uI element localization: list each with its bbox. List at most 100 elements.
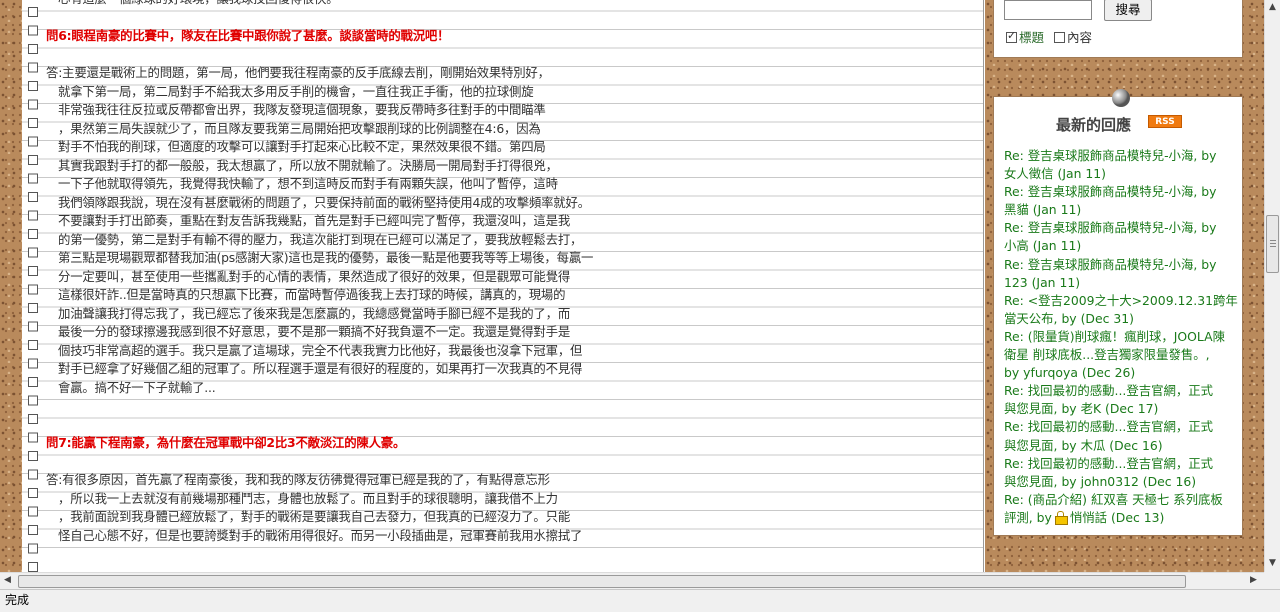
recent-comment-text[interactable]: Re: 登吉桌球服飾商品模特兒-小海, by xyxy=(1004,257,1216,272)
recent-comment-line[interactable]: 與您見面, by 老K (Dec 17) xyxy=(1004,400,1240,418)
article-line: 會贏。搞不好一下子就輸了... xyxy=(58,379,216,395)
horizontal-scroll-thumb[interactable] xyxy=(18,575,1186,588)
recent-comment-line[interactable]: 女人徵信 (Jan 11) xyxy=(1004,165,1240,183)
browser-viewport: 心有這麼一個綠球的好環境，讓我球技回復得很快。問6:眼程南豪的比賽中，隊友在比賽… xyxy=(0,0,1264,572)
search-input[interactable] xyxy=(1004,0,1092,20)
recent-comments-title: 最新的回應 xyxy=(1056,116,1132,134)
search-button[interactable]: 搜尋 xyxy=(1104,0,1152,21)
recent-comment-text[interactable]: Re: 找回最初的感動...登吉官網，正式 xyxy=(1004,419,1213,434)
article-line: 的第一優勢，第二是對手有輸不得的壓力，我這次能打到現在已經可以滿足了，要我放輕鬆… xyxy=(58,231,583,247)
article-line xyxy=(46,46,976,65)
recent-comment-line[interactable]: 黑貓 (Jan 11) xyxy=(1004,201,1240,219)
article-line: 個技巧非常高超的選手。我只是贏了這場球，完全不代表我實力比他好，我最後也沒拿下冠… xyxy=(58,342,583,358)
article-line xyxy=(46,416,976,435)
article-line: 分一定要叫，甚至使用一些攜亂對手的心情的表情，果然造成了很好的效果，但是觀眾可能… xyxy=(58,268,571,284)
sidebar-cork: 搜尋 標題 內容 最新的回應 RSS Re: 登吉桌球服飾商品模特兒-小海, b… xyxy=(985,0,1264,572)
article-body: 心有這麼一個綠球的好環境，讓我球技回復得很快。問6:眼程南豪的比賽中，隊友在比賽… xyxy=(46,0,976,545)
horizontal-scrollbar[interactable]: ◀ ▶ xyxy=(0,572,1264,589)
article-line: 非常強我往往反拉或反帶都會出界，我隊友發現這個現象，要我反帶時多往對手的中間瞄準 xyxy=(58,102,546,117)
recent-comments-widget: 最新的回應 RSS Re: 登吉桌球服飾商品模特兒-小海, by 女人徵信 (Ja… xyxy=(993,89,1243,536)
cork-border-left xyxy=(0,0,22,572)
recent-comment-line[interactable]: 評測, by 悄悄話 (Dec 13) xyxy=(1004,509,1240,527)
title-checkbox[interactable] xyxy=(1006,29,1017,43)
article-line xyxy=(46,397,976,416)
content-checkbox[interactable] xyxy=(1054,32,1065,43)
article-line: 這樣很奸詐..但是當時真的只想贏下比賽，而當時暫停過後我上去打球的時候，講真的，… xyxy=(58,287,566,302)
recent-comment-text[interactable]: 評測, by xyxy=(1004,510,1052,525)
status-bar: 完成 xyxy=(0,589,1280,612)
recent-comment-line[interactable]: Re: 登吉桌球服飾商品模特兒-小海, by xyxy=(1004,147,1240,165)
lock-icon xyxy=(1054,510,1068,525)
article-line: 一下子他就取得領先，我覺得我快輸了，想不到這時反而對手有兩顆失誤，他叫了暫停，這… xyxy=(58,176,558,191)
recent-comment-line[interactable]: Re: <登吉2009之十大>2009.12.31跨年 xyxy=(1004,292,1240,310)
scroll-up-arrow-icon[interactable]: ▲ xyxy=(1269,2,1276,12)
question-heading: 問7:能贏下程南豪，為什麼在冠軍戰中卻2比3不敵淡江的陳人豪。 xyxy=(46,435,406,450)
recent-comment-line[interactable]: Re: 找回最初的感動...登吉官網，正式 xyxy=(1004,418,1240,436)
notebook-rings xyxy=(28,0,38,572)
recent-comment-text[interactable]: 女人徵信 (Jan 11) xyxy=(1004,166,1106,181)
article-line: 答:有很多原因，首先贏了程南豪後，我和我的隊友彷彿覺得冠軍已經是我的了，有點得意… xyxy=(46,472,550,487)
article-line: ，果然第三局失誤就少了，而且隊友要我第三局開始把攻擊跟削球的比例調整在4:6，因… xyxy=(58,120,541,136)
article-line: 最後一分的發球擦邊我感到很不好意思，要不是那一顆搞不好我負還不一定。我還是覺得對… xyxy=(58,324,571,339)
recent-comment-line[interactable]: 與您見面, by 木瓜 (Dec 16) xyxy=(1004,437,1240,455)
scroll-right-arrow-icon[interactable]: ▶ xyxy=(1250,575,1257,585)
status-text: 完成 xyxy=(5,593,30,607)
recent-comment-text[interactable]: 衛星 削球底板...登吉獨家限量發售。, xyxy=(1004,347,1210,362)
recent-comment-line[interactable]: 衛星 削球底板...登吉獨家限量發售。, xyxy=(1004,346,1240,364)
recent-comment-line[interactable]: Re: (商品介紹) 紅双喜 天極七 系列底板 xyxy=(1004,491,1240,509)
recent-comment-text[interactable]: 黑貓 (Jan 11) xyxy=(1004,202,1081,217)
recent-comment-line[interactable]: 與您見面, by john0312 (Dec 16) xyxy=(1004,473,1240,491)
recent-comment-text[interactable]: Re: 登吉桌球服飾商品模特兒-小海, by xyxy=(1004,220,1216,235)
article-line: 我們領隊跟我說，現在沒有甚麼戰術的問題了，只要保持前面的戰術堅持使用4成的攻擊頻… xyxy=(58,194,590,210)
search-widget: 搜尋 標題 內容 xyxy=(993,0,1243,58)
article-line: 就拿下第一局，第二局對手不給我太多用反手削的機會，一直往我正手衝，他的拉球側旋 xyxy=(58,83,534,99)
question-heading: 問6:眼程南豪的比賽中，隊友在比賽中跟你說了甚麼。談談當時的戰況吧！ xyxy=(46,28,450,43)
recent-comments-list: Re: 登吉桌球服飾商品模特兒-小海, by 女人徵信 (Jan 11) Re: 登… xyxy=(1004,147,1240,527)
article-line: 第三點是現場觀眾都替我加油(ps感謝大家)這也是我的優勢，最後一點是他要我等等上… xyxy=(58,250,594,265)
recent-comment-text[interactable]: Re: 登吉桌球服飾商品模特兒-小海, by xyxy=(1004,148,1216,163)
scroll-left-arrow-icon[interactable]: ◀ xyxy=(4,575,11,585)
article-line: ，所以我一上去就沒有前幾場那種鬥志，身體也放鬆了。而且對手的球很聰明，讓我借不上… xyxy=(58,490,558,506)
recent-comment-text[interactable]: 悄悄話 (Dec 13) xyxy=(1070,510,1164,525)
recent-comment-line[interactable]: Re: 登吉桌球服飾商品模特兒-小海, by xyxy=(1004,183,1240,201)
recent-comment-line[interactable]: Re: (限量貨)削球瘋！瘋削球，JOOLA陳 xyxy=(1004,328,1240,346)
recent-comment-line[interactable]: Re: 登吉桌球服飾商品模特兒-小海, by xyxy=(1004,256,1240,274)
vertical-scroll-thumb[interactable] xyxy=(1266,215,1279,273)
article-line: 心有這麼一個綠球的好環境，讓我球技回復得很快。 xyxy=(46,0,976,9)
vertical-scrollbar[interactable]: ▲ ▼ xyxy=(1264,0,1280,572)
recent-comment-text[interactable]: Re: <登吉2009之十大>2009.12.31跨年 xyxy=(1004,293,1238,308)
recent-comment-line[interactable]: 小高 (Jan 11) xyxy=(1004,237,1240,255)
recent-comment-text[interactable]: 與您見面, by 木瓜 (Dec 16) xyxy=(1004,438,1163,453)
scroll-down-arrow-icon[interactable]: ▼ xyxy=(1269,558,1276,568)
title-checkbox-label: 標題 xyxy=(1019,30,1045,45)
recent-comment-text[interactable]: Re: (限量貨)削球瘋！瘋削球，JOOLA陳 xyxy=(1004,329,1225,344)
recent-comment-text[interactable]: Re: 找回最初的感動...登吉官網，正式 xyxy=(1004,456,1213,471)
recent-comment-text[interactable]: 123 (Jan 11) xyxy=(1004,275,1080,290)
article-line: 對手已經拿了好幾個乙組的冠軍了。所以程選手還是有很好的程度的，如果再打一次我真的… xyxy=(58,361,583,376)
search-options: 標題 內容 xyxy=(1006,27,1092,46)
article-line: 對手不怕我的削球，但適度的攻擊可以讓對手打起來心比較不定，果然效果很不錯。第四局 xyxy=(58,139,546,154)
recent-comment-line[interactable]: 123 (Jan 11) xyxy=(1004,274,1240,292)
recent-comment-text[interactable]: Re: 登吉桌球服飾商品模特兒-小海, by xyxy=(1004,184,1216,199)
rss-badge[interactable]: RSS xyxy=(1148,115,1182,128)
scrollbar-corner xyxy=(1264,572,1280,589)
article-line: ，我前面說到我身體已經放鬆了，對手的戰術是要讓我自己去發力，但我真的已經沒力了。… xyxy=(58,509,571,524)
article-notebook: 心有這麼一個綠球的好環境，讓我球技回復得很快。問6:眼程南豪的比賽中，隊友在比賽… xyxy=(22,0,984,572)
pushpin-icon xyxy=(1112,89,1130,107)
article-line xyxy=(46,9,976,28)
recent-comment-line[interactable]: Re: 登吉桌球服飾商品模特兒-小海, by xyxy=(1004,219,1240,237)
recent-comment-text[interactable]: Re: (商品介紹) 紅双喜 天極七 系列底板 xyxy=(1004,492,1223,507)
recent-comment-text[interactable]: 與您見面, by 老K (Dec 17) xyxy=(1004,401,1158,416)
recent-comment-line[interactable]: 當天公布, by (Dec 31) xyxy=(1004,310,1240,328)
article-line: 其實我跟對手打的都一般般，我太想贏了，所以放不開就輸了。決勝局一開局對手打得很兇… xyxy=(58,157,558,173)
recent-comment-text[interactable]: 小高 (Jan 11) xyxy=(1004,238,1081,253)
recent-comment-line[interactable]: by yfurqoya (Dec 26) xyxy=(1004,364,1240,382)
article-line xyxy=(46,453,976,472)
recent-comment-text[interactable]: Re: 找回最初的感動...登吉官網，正式 xyxy=(1004,383,1213,398)
recent-comment-text[interactable]: by yfurqoya (Dec 26) xyxy=(1004,365,1135,380)
recent-comment-text[interactable]: 當天公布, by (Dec 31) xyxy=(1004,311,1134,326)
recent-comment-text[interactable]: 與您見面, by john0312 (Dec 16) xyxy=(1004,474,1196,489)
recent-comment-line[interactable]: Re: 找回最初的感動...登吉官網，正式 xyxy=(1004,382,1240,400)
article-line: 答:主要還是戰術上的問題，第一局，他們要我往程南豪的反手底線去削，剛開始效果特別… xyxy=(46,65,550,80)
recent-comment-line[interactable]: Re: 找回最初的感動...登吉官網，正式 xyxy=(1004,455,1240,473)
